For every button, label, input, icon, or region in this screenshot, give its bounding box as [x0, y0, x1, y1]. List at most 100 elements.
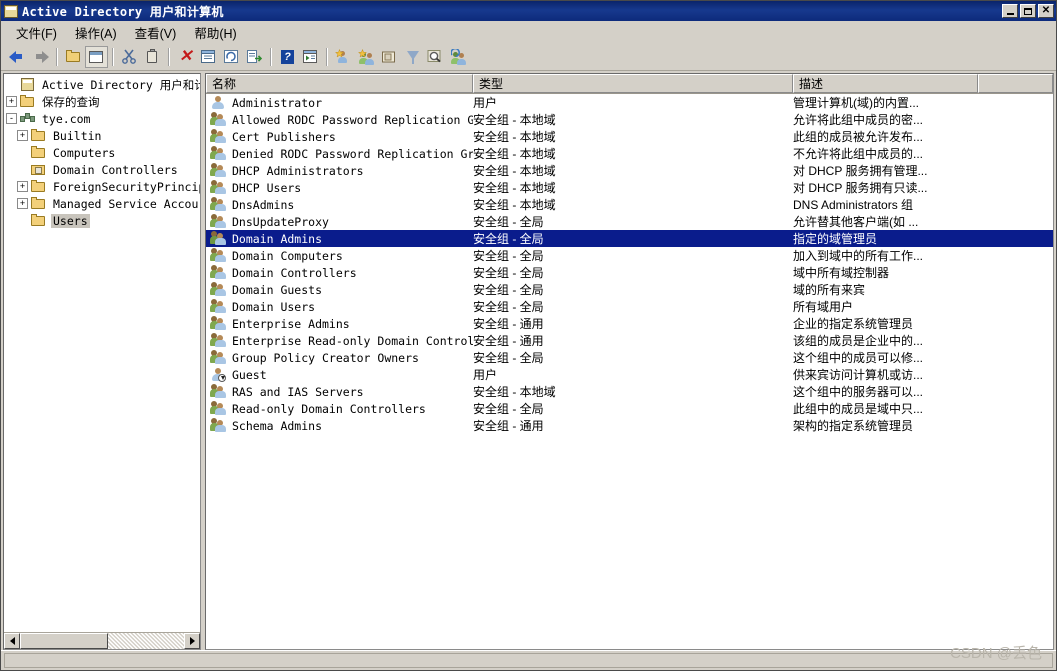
cell-description: 对 DHCP 服务拥有只读...	[793, 181, 928, 195]
table-row[interactable]: Domain Guests 安全组 - 全局 域的所有来宾	[206, 281, 1053, 298]
column-header-type[interactable]: 类型	[473, 74, 793, 93]
list-pane: 名称 类型 描述 Administrator 用户 管理计算机(域)的内置... Al…	[205, 73, 1054, 650]
delete-button[interactable]: ✕	[174, 46, 197, 68]
cell-type: 安全组 - 本地域	[473, 181, 556, 195]
saved-query-user-button[interactable]	[447, 46, 470, 68]
close-icon: ✕	[1041, 5, 1051, 16]
console-window-button[interactable]	[299, 46, 322, 68]
table-row[interactable]: Group Policy Creator Owners 安全组 - 全局 这个组中的…	[206, 349, 1053, 366]
new-user-button[interactable]	[332, 46, 355, 68]
scroll-track[interactable]	[20, 633, 184, 649]
table-row[interactable]: Domain Computers 安全组 - 全局 加入到域中的所有工作...	[206, 247, 1053, 264]
table-row[interactable]: Read-only Domain Controllers 安全组 - 全局 此组中的…	[206, 400, 1053, 417]
tree-node-managed-service-accounts[interactable]: + Managed Service Accour	[4, 195, 200, 212]
expander	[17, 215, 28, 226]
expander-plus-icon[interactable]: +	[6, 96, 17, 107]
new-group-button[interactable]	[355, 46, 378, 68]
arrow-right-icon	[189, 637, 195, 645]
paste-button[interactable]	[141, 46, 164, 68]
tree-node-root[interactable]: Active Directory 用户和计算机	[4, 76, 200, 93]
table-row[interactable]: Administrator 用户 管理计算机(域)的内置...	[206, 94, 1053, 111]
tree-horizontal-scrollbar[interactable]	[4, 632, 200, 649]
column-header-name[interactable]: 名称	[206, 74, 473, 93]
toolbar-separator	[270, 48, 272, 66]
cell-type: 用户	[473, 96, 498, 110]
show-hide-tree-button[interactable]	[85, 46, 108, 68]
table-row[interactable]: Guest 用户 供来宾访问计算机或访...	[206, 366, 1053, 383]
expander-plus-icon[interactable]: +	[17, 181, 28, 192]
table-row[interactable]: DnsUpdateProxy 安全组 - 全局 允许替其他客户端(如 ...	[206, 213, 1053, 230]
table-row[interactable]: Domain Users 安全组 - 全局 所有域用户	[206, 298, 1053, 315]
column-header-description[interactable]: 描述	[793, 74, 978, 93]
menu-view[interactable]: 查看(V)	[126, 21, 186, 44]
close-button[interactable]: ✕	[1038, 4, 1054, 18]
domain-icon	[20, 112, 36, 126]
scroll-left-button[interactable]	[4, 633, 20, 649]
cell-type: 安全组 - 本地域	[473, 164, 556, 178]
menu-file[interactable]: 文件(F)	[7, 21, 66, 44]
scroll-thumb[interactable]	[20, 633, 108, 649]
new-ou-icon	[381, 49, 398, 65]
cell-type: 安全组 - 全局	[473, 232, 544, 246]
cell-description: 对 DHCP 服务拥有管理...	[793, 164, 928, 178]
menu-help[interactable]: 帮助(H)	[185, 21, 245, 44]
table-row[interactable]: Enterprise Read-only Domain Controllers安…	[206, 332, 1053, 349]
table-row[interactable]: Domain Controllers 安全组 - 全局 域中所有域控制器	[206, 264, 1053, 281]
tree-node-users[interactable]: Users	[4, 212, 200, 229]
table-row[interactable]: RAS and IAS Servers 安全组 - 本地域 这个组中的服务器可以..…	[206, 383, 1053, 400]
find-button[interactable]	[424, 46, 447, 68]
up-one-level-button[interactable]	[62, 46, 85, 68]
table-row[interactable]: DnsAdmins 安全组 - 本地域 DNS Administrators 组	[206, 196, 1053, 213]
maximize-button[interactable]	[1020, 4, 1036, 18]
cut-button[interactable]	[118, 46, 141, 68]
cell-name: DnsAdmins	[232, 197, 295, 212]
table-row[interactable]: DHCP Users 安全组 - 本地域 对 DHCP 服务拥有只读...	[206, 179, 1053, 196]
list-view[interactable]: Administrator 用户 管理计算机(域)的内置... Allowed ROD…	[206, 94, 1053, 649]
tree-node-domain-controllers[interactable]: Domain Controllers	[4, 161, 200, 178]
table-row[interactable]: DHCP Administrators 安全组 - 本地域 对 DHCP 服务拥有管…	[206, 162, 1053, 179]
help-button[interactable]: ?	[276, 46, 299, 68]
back-button[interactable]	[6, 46, 29, 68]
scroll-right-button[interactable]	[184, 633, 200, 649]
export-list-button[interactable]	[243, 46, 266, 68]
group-icon	[210, 265, 230, 280]
tree-view[interactable]: Active Directory 用户和计算机 + 保存的查询 - tye.co…	[4, 74, 200, 632]
tree-node-label: ForeignSecurityPrincip	[53, 179, 200, 194]
properties-button[interactable]	[197, 46, 220, 68]
tree-pane: Active Directory 用户和计算机 + 保存的查询 - tye.co…	[3, 73, 201, 650]
table-row[interactable]: Allowed RODC Password Replication Group安…	[206, 111, 1053, 128]
cell-name: DHCP Administrators	[232, 163, 364, 178]
expander-minus-icon[interactable]: -	[6, 113, 17, 124]
tree-node-foreign-security-principals[interactable]: + ForeignSecurityPrincip	[4, 178, 200, 195]
content-area: Active Directory 用户和计算机 + 保存的查询 - tye.co…	[1, 71, 1056, 650]
up-folder-icon	[65, 49, 82, 65]
tree-node-computers[interactable]: Computers	[4, 144, 200, 161]
expander-plus-icon[interactable]: +	[17, 198, 28, 209]
app-window: Active Directory 用户和计算机 ✕ 文件(F) 操作(A) 查看…	[0, 0, 1057, 671]
refresh-button[interactable]	[220, 46, 243, 68]
menu-action[interactable]: 操作(A)	[66, 21, 126, 44]
minimize-button[interactable]	[1002, 4, 1018, 18]
group-icon	[210, 299, 230, 314]
cell-name: Administrator	[232, 95, 323, 110]
status-bar: CSDN @丢色	[1, 645, 1056, 670]
tree-node-saved-queries[interactable]: + 保存的查询	[4, 93, 200, 110]
cell-type: 安全组 - 全局	[473, 249, 544, 263]
group-icon	[210, 418, 230, 433]
group-icon	[210, 197, 230, 212]
tree-node-domain[interactable]: - tye.com	[4, 110, 200, 127]
filter-button[interactable]	[401, 46, 424, 68]
table-row[interactable]: Cert Publishers 安全组 - 本地域 此组的成员被允许发布...	[206, 128, 1053, 145]
table-row[interactable]: Schema Admins 安全组 - 通用 架构的指定系统管理员	[206, 417, 1053, 434]
forward-button[interactable]	[29, 46, 52, 68]
title-bar: Active Directory 用户和计算机 ✕	[1, 1, 1056, 21]
table-row[interactable]: Domain Admins 安全组 - 全局 指定的域管理员	[206, 230, 1053, 247]
group-icon	[210, 350, 230, 365]
group-icon	[210, 214, 230, 229]
table-row[interactable]: Denied RODC Password Replication Group 安全…	[206, 145, 1053, 162]
cell-name: DHCP Users	[232, 180, 302, 195]
table-row[interactable]: Enterprise Admins 安全组 - 通用 企业的指定系统管理员	[206, 315, 1053, 332]
expander-plus-icon[interactable]: +	[17, 130, 28, 141]
new-ou-button[interactable]	[378, 46, 401, 68]
tree-node-builtin[interactable]: + Builtin	[4, 127, 200, 144]
